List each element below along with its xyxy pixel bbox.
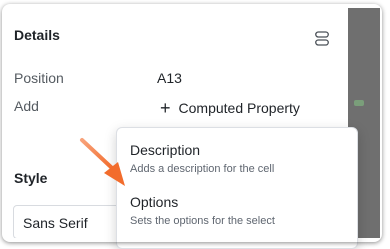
menu-item-title: Description	[130, 142, 201, 158]
menu-item-desc: Sets the options for the select	[130, 215, 275, 227]
menu-item-options[interactable]: Options Sets the options for the select	[130, 194, 275, 227]
menu-item-description[interactable]: Description Adds a description for the c…	[130, 142, 274, 175]
background-cell-hint	[354, 100, 364, 106]
plus-icon: +	[160, 98, 171, 118]
font-select-value: Sans Serif	[23, 215, 88, 231]
add-computed-property-button[interactable]: + Computed Property	[160, 98, 300, 118]
menu-item-title: Options	[130, 194, 179, 210]
add-label: Add	[14, 98, 39, 114]
menu-item-desc: Adds a description for the cell	[130, 163, 275, 175]
property-menu: Description Adds a description for the c…	[116, 127, 358, 249]
stacked-lines-icon[interactable]	[315, 31, 329, 47]
computed-property-label: Computed Property	[178, 100, 300, 116]
details-title: Details	[14, 27, 60, 43]
position-label: Position	[14, 70, 64, 86]
style-title: Style	[14, 170, 48, 186]
position-value: A13	[157, 70, 182, 86]
